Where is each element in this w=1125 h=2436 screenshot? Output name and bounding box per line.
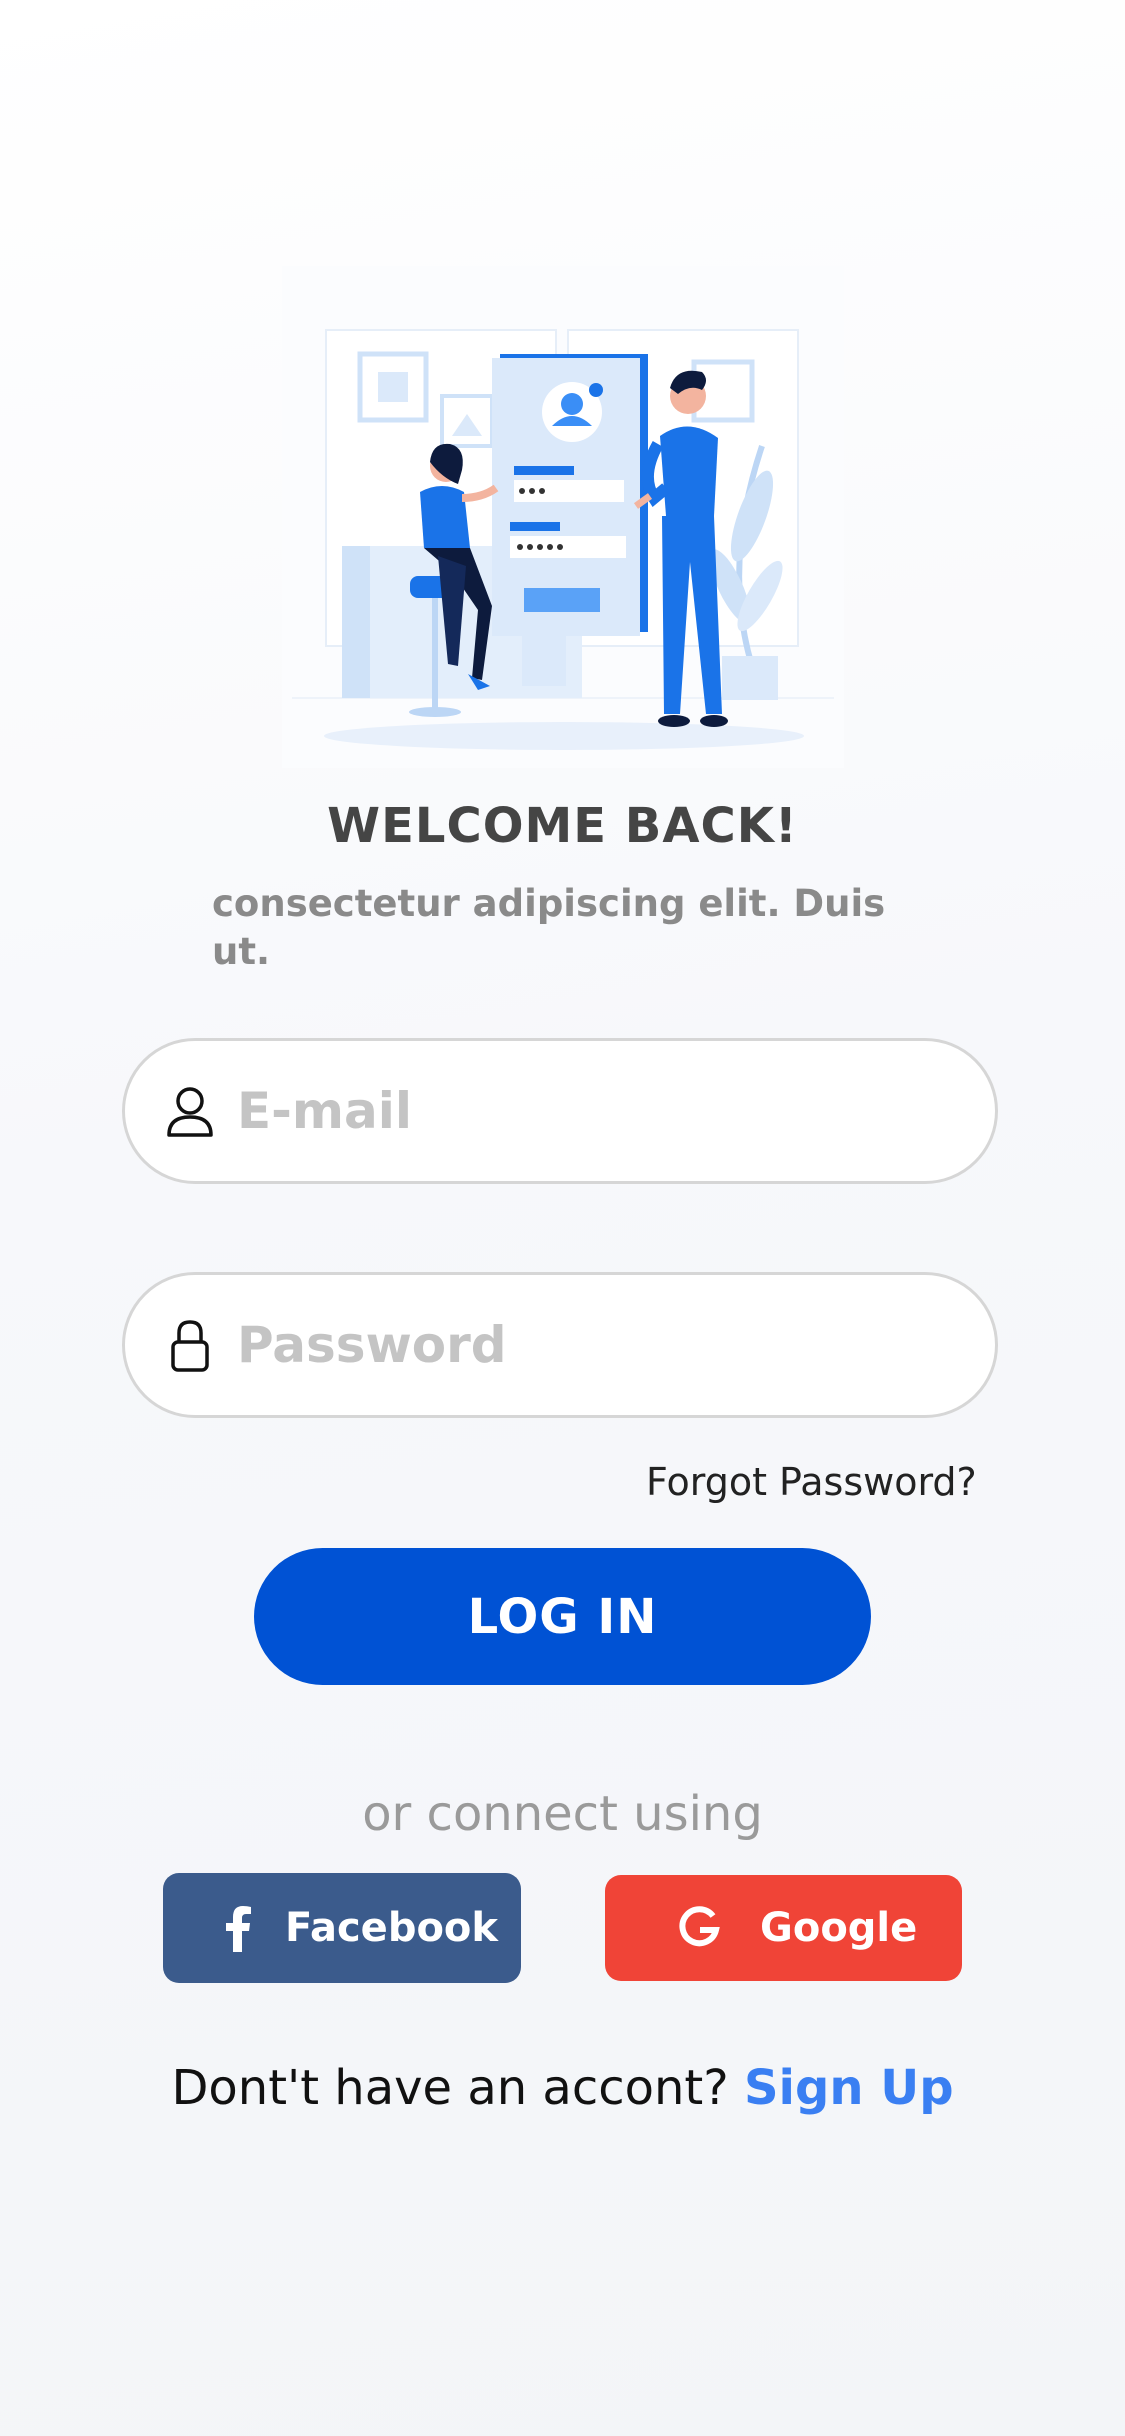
page-title: WELCOME BACK! bbox=[327, 798, 798, 854]
google-login-button[interactable]: Google bbox=[605, 1875, 962, 1981]
email-input[interactable] bbox=[237, 1069, 937, 1153]
password-field[interactable] bbox=[122, 1272, 998, 1418]
login-illustration bbox=[282, 266, 844, 768]
connect-divider-text: or connect using bbox=[362, 1786, 763, 1842]
lock-icon bbox=[165, 1319, 215, 1373]
page-subtitle: consectetur adipiscing elit. Duis ut. bbox=[212, 882, 886, 973]
signup-prompt-text: Dont't have an accont? bbox=[171, 2060, 729, 2116]
signup-prompt: Dont't have an accont? Sign Up bbox=[0, 2060, 1125, 2116]
signup-link[interactable]: Sign Up bbox=[744, 2060, 954, 2116]
email-field[interactable] bbox=[122, 1038, 998, 1184]
google-icon bbox=[677, 1906, 721, 1950]
forgot-password-link[interactable]: Forgot Password? bbox=[646, 1460, 977, 1504]
google-label: Google bbox=[760, 1905, 918, 1951]
login-button[interactable]: LOG IN bbox=[254, 1548, 871, 1685]
user-icon bbox=[165, 1085, 215, 1139]
password-input[interactable] bbox=[237, 1303, 937, 1387]
login-illustration-image bbox=[282, 266, 844, 768]
facebook-login-button[interactable]: Facebook bbox=[163, 1873, 521, 1983]
facebook-label: Facebook bbox=[285, 1905, 499, 1951]
facebook-icon bbox=[219, 1904, 255, 1952]
